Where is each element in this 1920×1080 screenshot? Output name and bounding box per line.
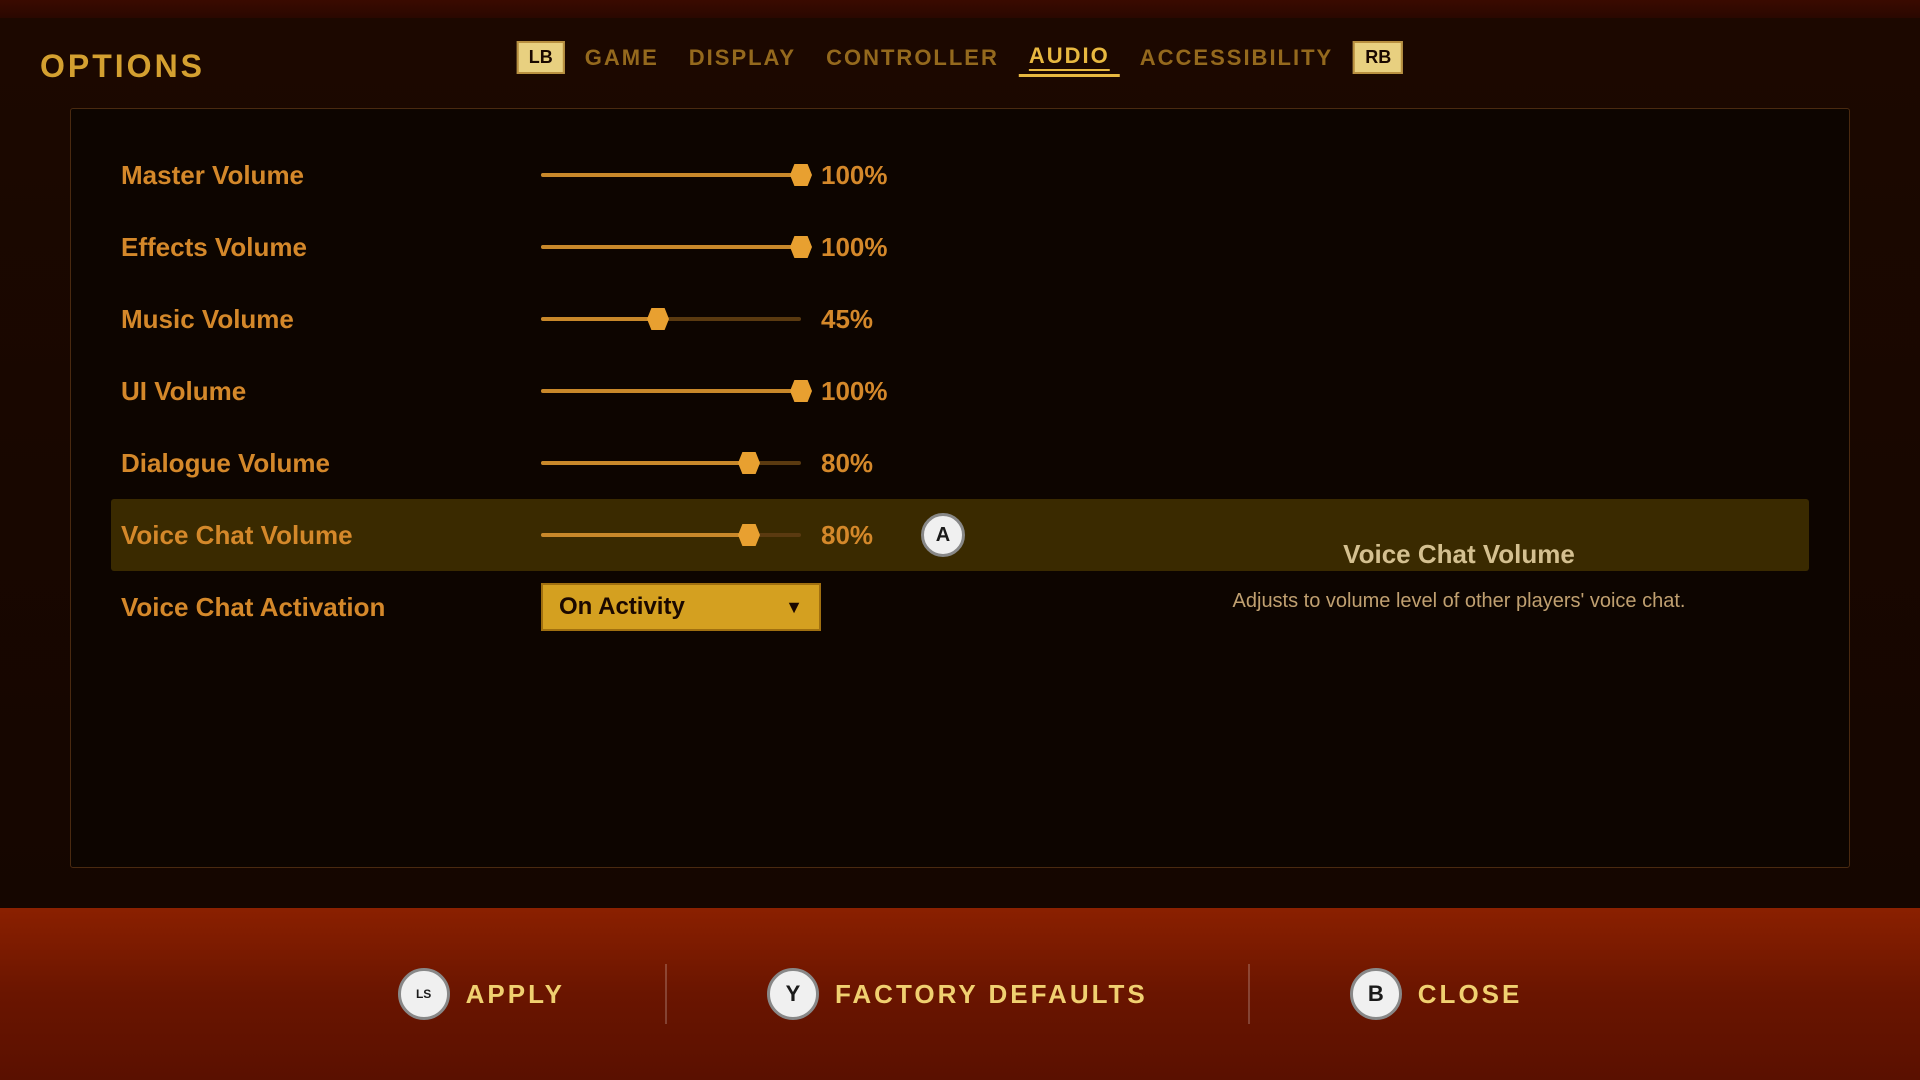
factory-defaults-label: FACTORY DEFAULTS [835, 979, 1148, 1010]
rb-button[interactable]: RB [1353, 41, 1403, 74]
setting-row-voice-chat-activation: Voice Chat Activation On Activity ▼ [111, 571, 1809, 643]
music-volume-value: 45% [821, 304, 891, 335]
apply-label: APPLY [466, 979, 565, 1010]
ui-volume-thumb [790, 380, 812, 402]
dialogue-volume-fill [541, 461, 749, 465]
dialogue-volume-label: Dialogue Volume [121, 448, 541, 479]
setting-row-effects-volume: Effects Volume 100% [111, 211, 1809, 283]
effects-volume-track[interactable] [541, 245, 801, 249]
music-volume-slider-container: 45% [541, 304, 1799, 335]
effects-volume-thumb [790, 236, 812, 258]
voice-chat-volume-fill [541, 533, 749, 537]
y-button: Y [767, 968, 819, 1020]
dialogue-volume-thumb [738, 452, 760, 474]
voice-chat-volume-track[interactable] [541, 533, 801, 537]
effects-volume-label: Effects Volume [121, 232, 541, 263]
effects-volume-value: 100% [821, 232, 891, 263]
dropdown-value: On Activity [559, 593, 685, 621]
setting-row-master-volume: Master Volume 100% [111, 139, 1809, 211]
master-volume-track[interactable] [541, 173, 801, 177]
ls-button: LS [398, 968, 450, 1020]
tab-controller[interactable]: CONTROLLER [816, 40, 1009, 76]
nav-tabs: LB GAME DISPLAY CONTROLLER AUDIO ACCESSI… [517, 38, 1403, 77]
ui-volume-slider-container: 100% [541, 376, 1799, 407]
music-volume-track[interactable] [541, 317, 801, 321]
dialogue-volume-value: 80% [821, 448, 891, 479]
settings-panel: Master Volume 100% Effects Volume 100% [70, 108, 1850, 868]
bottom-bar: LS APPLY Y FACTORY DEFAULTS B CLOSE [0, 908, 1920, 1080]
master-volume-value: 100% [821, 160, 891, 191]
setting-row-dialogue-volume: Dialogue Volume 80% [111, 427, 1809, 499]
a-button-indicator: A [921, 513, 965, 557]
ui-volume-value: 100% [821, 376, 891, 407]
tab-audio[interactable]: AUDIO [1019, 38, 1120, 77]
divider-2 [1248, 964, 1250, 1024]
info-title: Voice Chat Volume [1209, 539, 1709, 570]
tab-accessibility[interactable]: ACCESSIBILITY [1130, 40, 1343, 76]
ui-volume-fill [541, 389, 801, 393]
close-action[interactable]: B CLOSE [1350, 968, 1523, 1020]
master-volume-thumb [790, 164, 812, 186]
voice-chat-volume-label: Voice Chat Volume [121, 520, 541, 551]
apply-action[interactable]: LS APPLY [398, 968, 565, 1020]
music-volume-label: Music Volume [121, 304, 541, 335]
voice-chat-volume-thumb [738, 524, 760, 546]
lb-button[interactable]: LB [517, 41, 565, 74]
divider-1 [665, 964, 667, 1024]
main-area: OPTIONS LB GAME DISPLAY CONTROLLER AUDIO… [0, 18, 1920, 908]
tab-game[interactable]: GAME [575, 40, 669, 76]
b-button: B [1350, 968, 1402, 1020]
effects-volume-fill [541, 245, 801, 249]
chevron-down-icon: ▼ [785, 597, 803, 618]
music-volume-fill [541, 317, 658, 321]
setting-row-voice-chat-volume: Voice Chat Volume 80% A Voice Chat Volum… [111, 499, 1809, 571]
voice-chat-volume-value: 80% [821, 520, 891, 551]
dialogue-volume-slider-container: 80% [541, 448, 1799, 479]
factory-defaults-action[interactable]: Y FACTORY DEFAULTS [767, 968, 1148, 1020]
setting-row-ui-volume: UI Volume 100% [111, 355, 1809, 427]
setting-row-music-volume: Music Volume 45% [111, 283, 1809, 355]
master-volume-slider-container: 100% [541, 160, 1799, 191]
ui-volume-track[interactable] [541, 389, 801, 393]
music-volume-thumb [647, 308, 669, 330]
page-title: OPTIONS [40, 48, 205, 85]
effects-volume-slider-container: 100% [541, 232, 1799, 263]
tab-display[interactable]: DISPLAY [679, 40, 806, 76]
master-volume-label: Master Volume [121, 160, 541, 191]
dialogue-volume-track[interactable] [541, 461, 801, 465]
master-volume-fill [541, 173, 801, 177]
voice-chat-activation-label: Voice Chat Activation [121, 592, 541, 623]
close-label: CLOSE [1418, 979, 1523, 1010]
voice-chat-activation-dropdown[interactable]: On Activity ▼ [541, 583, 821, 631]
top-bar [0, 0, 1920, 18]
ui-volume-label: UI Volume [121, 376, 541, 407]
